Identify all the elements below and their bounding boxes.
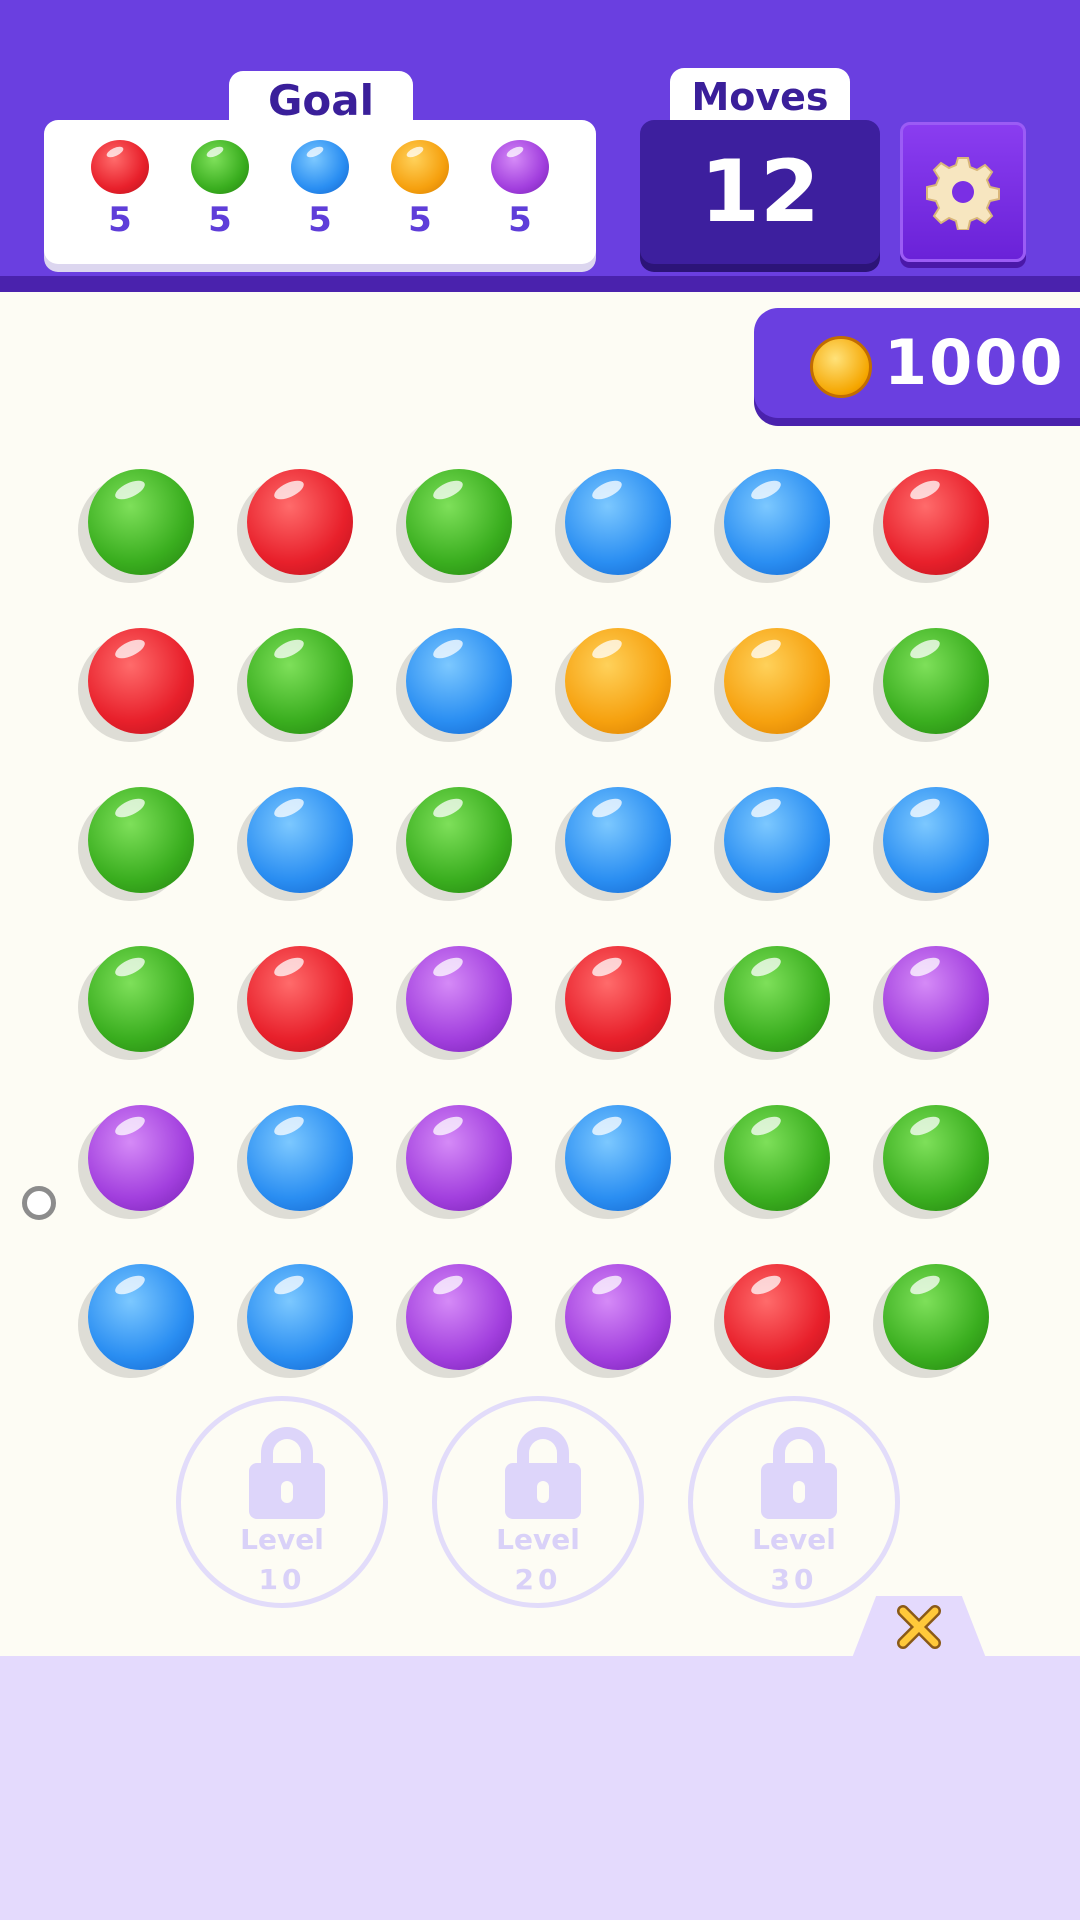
- green-ball[interactable]: [724, 946, 830, 1052]
- blue-ball[interactable]: [247, 1105, 353, 1211]
- red-ball[interactable]: [88, 628, 194, 734]
- purple-ball[interactable]: [565, 1264, 671, 1370]
- goal-count: 5: [308, 200, 332, 240]
- blue-ball[interactable]: [247, 1264, 353, 1370]
- green-ball[interactable]: [883, 1264, 989, 1370]
- goal-count: 5: [208, 200, 232, 240]
- green-ball[interactable]: [88, 946, 194, 1052]
- booster-level: 30: [770, 1563, 818, 1596]
- gear-icon: [926, 157, 1000, 230]
- purple-ball[interactable]: [406, 946, 512, 1052]
- green-ball[interactable]: [406, 787, 512, 893]
- green-ball[interactable]: [406, 469, 512, 575]
- booster-label: Level: [496, 1523, 580, 1556]
- blue-ball[interactable]: [247, 787, 353, 893]
- goal-count: 5: [508, 200, 532, 240]
- blue-ball[interactable]: [565, 469, 671, 575]
- orange-ball[interactable]: [565, 628, 671, 734]
- booster-label: Level: [752, 1523, 836, 1556]
- goal-item-green: 5: [190, 140, 250, 240]
- side-indicator[interactable]: [22, 1186, 56, 1220]
- blue-ball[interactable]: [565, 1105, 671, 1211]
- orange-ball[interactable]: [724, 628, 830, 734]
- goal-item-purple: 5: [490, 140, 550, 240]
- green-ball[interactable]: [883, 1105, 989, 1211]
- red-ball[interactable]: [247, 469, 353, 575]
- locked-booster-1[interactable]: Level 10: [176, 1396, 388, 1608]
- purple-ball[interactable]: [88, 1105, 194, 1211]
- red-ball[interactable]: [247, 946, 353, 1052]
- booster-level: 10: [258, 1563, 306, 1596]
- green-ball[interactable]: [88, 469, 194, 575]
- goal-item-blue: 5: [290, 140, 350, 240]
- goal-panel: 5 5 5 5 5: [44, 120, 596, 264]
- goal-count: 5: [408, 200, 432, 240]
- coin-balance: 1000: [754, 308, 1080, 418]
- goal-count: 5: [108, 200, 132, 240]
- blue-ball[interactable]: [88, 1264, 194, 1370]
- blue-ball[interactable]: [406, 628, 512, 734]
- locked-booster-3[interactable]: Level 30: [688, 1396, 900, 1608]
- blue-ball[interactable]: [724, 787, 830, 893]
- blue-ball-icon: [291, 140, 349, 194]
- moves-label: Moves: [670, 68, 850, 126]
- purple-ball[interactable]: [883, 946, 989, 1052]
- top-hud: Goal 5 5 5 5 5 Moves 12: [0, 0, 1080, 292]
- close-icon: [897, 1605, 941, 1649]
- red-ball[interactable]: [724, 1264, 830, 1370]
- goal-item-orange: 5: [390, 140, 450, 240]
- red-ball-icon: [91, 140, 149, 194]
- bottom-panel: [0, 1656, 1080, 1920]
- green-ball[interactable]: [247, 628, 353, 734]
- locked-booster-2[interactable]: Level 20: [432, 1396, 644, 1608]
- booster-level: 20: [514, 1563, 562, 1596]
- blue-ball[interactable]: [883, 787, 989, 893]
- coin-value: 1000: [884, 326, 1065, 399]
- green-ball[interactable]: [88, 787, 194, 893]
- settings-button[interactable]: [900, 122, 1026, 262]
- purple-ball-icon: [491, 140, 549, 194]
- booster-label: Level: [240, 1523, 324, 1556]
- moves-counter: 12: [640, 120, 880, 264]
- green-ball[interactable]: [883, 628, 989, 734]
- red-ball[interactable]: [565, 946, 671, 1052]
- blue-ball[interactable]: [724, 469, 830, 575]
- red-ball[interactable]: [883, 469, 989, 575]
- green-ball-icon: [191, 140, 249, 194]
- purple-ball[interactable]: [406, 1105, 512, 1211]
- purple-ball[interactable]: [406, 1264, 512, 1370]
- green-ball[interactable]: [724, 1105, 830, 1211]
- blue-ball[interactable]: [565, 787, 671, 893]
- orange-ball-icon: [391, 140, 449, 194]
- close-button[interactable]: [852, 1596, 986, 1658]
- goal-item-red: 5: [90, 140, 150, 240]
- coin-icon: [810, 336, 872, 398]
